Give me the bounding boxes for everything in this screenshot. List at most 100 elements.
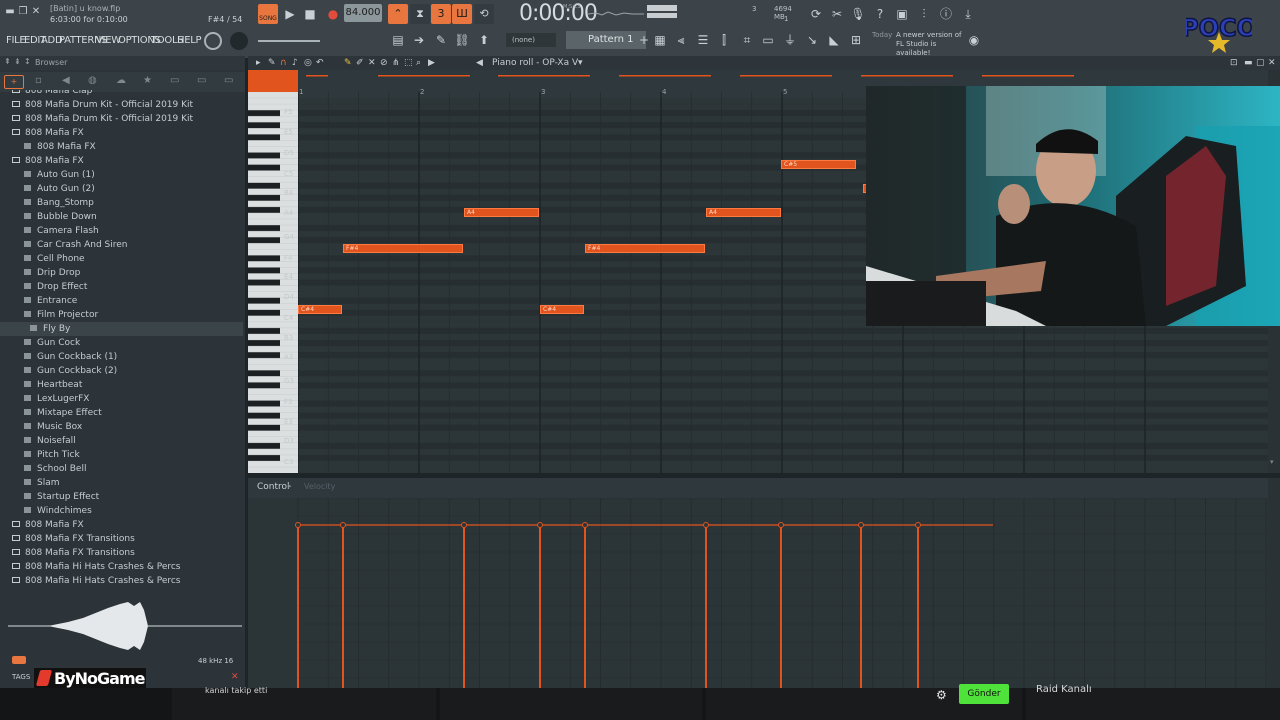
browser-file[interactable]: Camera Flash	[0, 224, 243, 238]
browser-file[interactable]: Film Projector	[0, 308, 243, 322]
menu-file[interactable]: FILE	[6, 35, 26, 46]
send-button[interactable]: Gönder	[959, 684, 1009, 704]
tempo-display[interactable]: 84.000	[344, 4, 382, 22]
browser-file[interactable]: Bang_Stomp	[0, 196, 243, 210]
snap-select[interactable]: (none)	[506, 33, 556, 47]
undo-icon[interactable]: ↶	[316, 56, 324, 70]
browser-folder[interactable]: 808 Mafia Hi Hats Crashes & Percs	[0, 560, 243, 574]
mic-icon[interactable]: 🎙	[848, 4, 868, 24]
plugin-icon[interactable]: ⌗	[737, 30, 757, 50]
control-label[interactable]: Control	[257, 482, 290, 492]
minimize-icon[interactable]: ▬	[4, 6, 16, 18]
link-icon[interactable]: ⛓	[452, 30, 472, 50]
note-icon[interactable]: ♪	[292, 56, 298, 70]
cloud-icon[interactable]: ☁	[116, 75, 126, 86]
magnet-icon[interactable]: ∩	[280, 56, 287, 70]
record-icon[interactable]: ●	[323, 4, 343, 24]
browser-file[interactable]: Car Crash And Siren	[0, 238, 243, 252]
playback-icon[interactable]: ▶	[428, 56, 435, 70]
arrow-icon[interactable]: ➔	[409, 30, 429, 50]
close-icon[interactable]: ✕	[1268, 56, 1276, 70]
browser-folder[interactable]: 808 Mafia Drum Kit - Official 2019 Kit	[0, 98, 243, 112]
restore-icon[interactable]: ❐	[17, 6, 29, 18]
title-arrow-icon[interactable]: ▾	[578, 56, 583, 70]
detach-icon[interactable]: ⊡	[1230, 56, 1238, 70]
channel-rack-icon[interactable]: ☰	[693, 30, 713, 50]
browser-file[interactable]: Noisefall	[0, 434, 243, 448]
browser-file[interactable]: 808 Mafia FX	[0, 140, 243, 154]
arrow-icon[interactable]: ↕	[24, 57, 31, 66]
browser-file[interactable]: Drop Effect	[0, 280, 243, 294]
browser-folder[interactable]: 808 Mafia FX	[0, 154, 243, 168]
help-icon[interactable]: ?	[870, 4, 890, 24]
slice-icon[interactable]: ⋔	[392, 56, 400, 70]
note[interactable]: F#4	[343, 244, 463, 253]
bird-icon[interactable]: ◣	[824, 30, 844, 50]
browser-file[interactable]: Auto Gun (2)	[0, 182, 243, 196]
news-globe-icon[interactable]: ◉	[964, 30, 984, 50]
browser-file[interactable]: Mixtape Effect	[0, 406, 243, 420]
stop-icon[interactable]: ■	[300, 4, 320, 24]
browser-file[interactable]: Slam	[0, 476, 243, 490]
browser-icon[interactable]: ▭	[758, 30, 778, 50]
browser-file[interactable]: School Bell	[0, 462, 243, 476]
browser-all-icon[interactable]: +	[4, 75, 24, 89]
plug-icon[interactable]: ⏚	[780, 30, 800, 50]
control-arrow-icon[interactable]: ▸	[288, 482, 292, 490]
step-edit-icon[interactable]: Ш	[452, 4, 472, 24]
browser-file[interactable]: Drip Drop	[0, 266, 243, 280]
maximize-icon[interactable]: ▢	[1256, 56, 1265, 70]
raid-label[interactable]: Raid Kanalı	[1036, 684, 1092, 695]
pencil-icon[interactable]: ✎	[344, 56, 352, 70]
browser-folder[interactable]: 808 Mafia Clap	[0, 90, 243, 98]
folder-icon[interactable]: ▭	[224, 75, 233, 86]
browser-file[interactable]: Gun Cock	[0, 336, 243, 350]
mixer-icon[interactable]: ⫶	[914, 4, 934, 24]
save-icon[interactable]: ▣	[892, 4, 912, 24]
info-icon[interactable]: ⓘ	[936, 4, 956, 24]
close-icon[interactable]: ✕	[30, 6, 42, 18]
cart-icon[interactable]: ⊞	[846, 30, 866, 50]
browser-folder[interactable]: 808 Mafia FX	[0, 126, 243, 140]
countdown-icon[interactable]: 3	[431, 4, 451, 24]
browser-folder[interactable]: 808 Mafia FX Transitions	[0, 532, 243, 546]
browser-file[interactable]: Gun Cockback (1)	[0, 350, 243, 364]
menu-arrow-icon[interactable]: ▸	[256, 56, 261, 70]
browser-file[interactable]: Cell Phone	[0, 252, 243, 266]
browser-folder[interactable]: 808 Mafia FX	[0, 518, 243, 532]
undo-icon[interactable]: ⟳	[806, 4, 826, 24]
note[interactable]: C#5	[781, 160, 856, 169]
browser-folder[interactable]: 808 Mafia Drum Kit - Official 2019 Kit	[0, 112, 243, 126]
browser-file[interactable]: Heartbeat	[0, 378, 243, 392]
master-slider[interactable]	[258, 40, 320, 42]
news-text[interactable]: A newer version of FL Studio is availabl…	[896, 31, 964, 58]
browser-folder[interactable]: 808 Mafia Hi Hats Crashes & Percs	[0, 574, 243, 588]
plugin-icon[interactable]: ◍	[88, 75, 97, 86]
vertical-scrollbar[interactable]	[1268, 478, 1280, 688]
brush-icon[interactable]: ✎	[431, 30, 451, 50]
minimize-icon[interactable]: ▬	[1244, 56, 1253, 70]
file-icon[interactable]: ▫	[35, 75, 42, 86]
browser-file[interactable]: Gun Cockback (2)	[0, 364, 243, 378]
note[interactable]: C#4	[540, 305, 584, 314]
browser-file[interactable]: Windchimes	[0, 504, 243, 518]
playlist-icon[interactable]: ▦	[650, 30, 670, 50]
scroll-down-icon[interactable]: ▾	[1270, 458, 1274, 466]
arrow-icon[interactable]: ⇞	[4, 57, 11, 66]
note[interactable]: F#4	[585, 244, 705, 253]
browser-file[interactable]: Startup Effect	[0, 490, 243, 504]
browser-folder[interactable]: 808 Mafia FX Transitions	[0, 546, 243, 560]
tempo-tapper-icon[interactable]: ↘	[802, 30, 822, 50]
folder-icon[interactable]: ▭	[197, 75, 206, 86]
note[interactable]: A4	[706, 208, 781, 217]
mute-icon[interactable]: ⊘	[380, 56, 388, 70]
target-icon[interactable]: ◎	[304, 56, 312, 70]
event-editor[interactable]: Control ▸ Velocity	[248, 478, 1268, 688]
loop-record-icon[interactable]: ⟲	[474, 4, 494, 24]
download-icon[interactable]: ⤓	[958, 4, 978, 24]
cut-icon[interactable]: ✂	[827, 4, 847, 24]
piano-roll-icon[interactable]: ⫷	[671, 30, 691, 50]
wait-icon[interactable]: ⧗	[410, 4, 430, 24]
arrow-icon[interactable]: ⇟	[14, 57, 21, 66]
browser-file[interactable]: Pitch Tick	[0, 448, 243, 462]
